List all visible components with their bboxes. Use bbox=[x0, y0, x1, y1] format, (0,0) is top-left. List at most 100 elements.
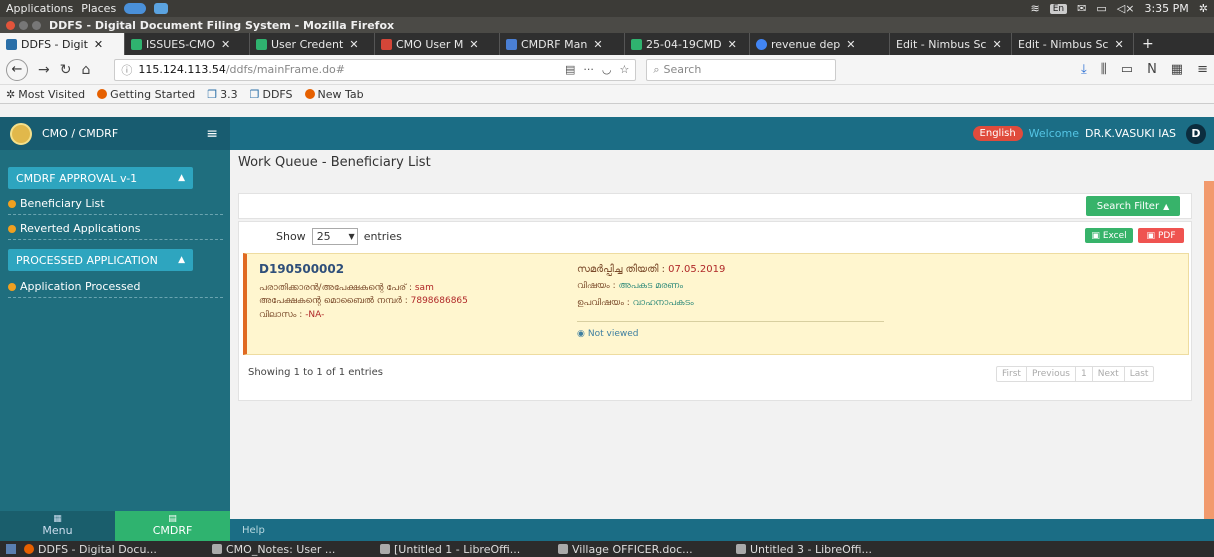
sidebar-toggle-icon[interactable]: ≡ bbox=[206, 126, 218, 142]
search-input[interactable]: ⌕ Search bbox=[646, 58, 837, 81]
close-tab-icon[interactable]: ✕ bbox=[846, 38, 855, 51]
close-tab-icon[interactable]: ✕ bbox=[221, 38, 230, 51]
applications-menu[interactable]: Applications bbox=[6, 2, 73, 15]
tab-ddfs[interactable]: DDFS - Digit ✕ bbox=[0, 33, 125, 55]
forward-button[interactable]: → bbox=[38, 62, 50, 78]
pagination-previous[interactable]: Previous bbox=[1027, 367, 1076, 381]
document-icon bbox=[212, 544, 222, 554]
pagination-page-1[interactable]: 1 bbox=[1076, 367, 1093, 381]
sidebar-section-cmdrf-approval[interactable]: CMDRF APPROVAL v-1 ▲ bbox=[8, 167, 193, 189]
new-tab-button[interactable]: + bbox=[1134, 33, 1162, 55]
library-icon[interactable]: ⫼ bbox=[1101, 62, 1107, 77]
tab-25-04-19-cmd[interactable]: 25-04-19CMD ✕ bbox=[625, 33, 750, 55]
sidebar-item-reverted-applications[interactable]: Reverted Applications bbox=[8, 218, 223, 240]
bookmark-getting-started[interactable]: Getting Started bbox=[97, 88, 195, 101]
close-tab-icon[interactable]: ✕ bbox=[992, 38, 1001, 51]
sidebar-section-label: CMDRF APPROVAL v-1 bbox=[16, 171, 138, 185]
close-tab-icon[interactable]: ✕ bbox=[94, 38, 103, 51]
taskbar-item-cmo-notes[interactable]: CMO_Notes: User ... bbox=[212, 543, 372, 556]
pocket-icon[interactable]: ◡ bbox=[602, 63, 612, 76]
close-tab-icon[interactable]: ✕ bbox=[1114, 38, 1123, 51]
url-text[interactable]: 115.124.113.54/ddfs/mainFrame.do# bbox=[138, 63, 345, 76]
avatar[interactable]: D bbox=[1186, 123, 1206, 144]
close-tab-icon[interactable]: ✕ bbox=[349, 38, 358, 51]
tab-edit-nimbus-2[interactable]: Edit - Nimbus Sc ✕ bbox=[1012, 33, 1134, 55]
bookmark-ddfs[interactable]: ❐ DDFS bbox=[250, 88, 293, 101]
footer-menu-button[interactable]: ▦ Menu bbox=[0, 511, 115, 541]
downloads-icon[interactable]: ⤓ bbox=[1081, 62, 1087, 77]
export-pdf-button[interactable]: ▣ PDF bbox=[1138, 228, 1184, 243]
bookmark-new-tab[interactable]: New Tab bbox=[304, 88, 364, 101]
wifi-icon[interactable]: ≋ bbox=[1031, 2, 1040, 15]
os-top-bar: Applications Places ≋ En ✉ ▭ ◁× 3:35 PM … bbox=[0, 0, 1214, 17]
minimize-window-icon[interactable] bbox=[19, 20, 28, 30]
record-applicant: പരാതിക്കാരൻ/അപേക്ഷകന്റെ പേര് : sam bbox=[259, 283, 434, 293]
taskbar-item-untitled-1[interactable]: [Untitled 1 - LibreOffi... bbox=[380, 543, 550, 556]
url-bar[interactable]: ⓘ 115.124.113.54/ddfs/mainFrame.do# ▤ ··… bbox=[114, 58, 637, 81]
taskbar-item-untitled-3[interactable]: Untitled 3 - LibreOffi... bbox=[736, 543, 906, 556]
sidebar-item-label: Beneficiary List bbox=[20, 197, 105, 210]
battery-icon[interactable]: ▭ bbox=[1096, 2, 1106, 15]
page-actions-icon[interactable]: ··· bbox=[583, 63, 594, 76]
reload-button[interactable]: ↻ bbox=[60, 62, 72, 78]
pagination-first[interactable]: First bbox=[997, 367, 1027, 381]
language-button[interactable]: English bbox=[972, 126, 1023, 141]
tab-issues-cmo[interactable]: ISSUES-CMO ✕ bbox=[125, 33, 250, 55]
caret-up-icon: ▲ bbox=[178, 173, 185, 183]
tab-user-credentials[interactable]: User Credent ✕ bbox=[250, 33, 375, 55]
extension-icon[interactable]: N bbox=[1147, 62, 1157, 77]
search-filter-button[interactable]: Search Filter ▲ bbox=[1086, 196, 1180, 216]
subsubject-label: ഉപവിഷയം : bbox=[577, 298, 630, 308]
tab-cmo-user-mail[interactable]: CMO User M ✕ bbox=[375, 33, 500, 55]
welcome-text: Welcome bbox=[1028, 127, 1079, 140]
bookmark-most-visited[interactable]: ✲ Most Visited bbox=[6, 88, 85, 101]
scrollbar[interactable] bbox=[1204, 181, 1214, 519]
entries-label: entries bbox=[363, 230, 402, 243]
window-title: DDFS - Digital Document Filing System - … bbox=[49, 18, 395, 32]
settings-icon[interactable]: ✲ bbox=[1199, 2, 1208, 15]
close-tab-icon[interactable]: ✕ bbox=[728, 38, 737, 51]
entries-select[interactable]: 25 ▼ bbox=[311, 228, 358, 245]
close-tab-icon[interactable]: ✕ bbox=[469, 38, 478, 51]
close-window-icon[interactable] bbox=[6, 20, 15, 30]
pagination: First Previous 1 Next Last bbox=[996, 366, 1155, 382]
record-id[interactable]: D190500002 bbox=[259, 262, 344, 276]
bookmark-star-icon[interactable]: ☆ bbox=[619, 63, 629, 76]
excel-icon: ▣ bbox=[1091, 230, 1100, 241]
keyboard-language-indicator[interactable]: En bbox=[1049, 3, 1068, 14]
reader-view-icon[interactable]: ▤ bbox=[565, 63, 575, 76]
sidebar-section-processed-application[interactable]: PROCESSED APPLICATION ▲ bbox=[8, 249, 193, 271]
taskbar-item-village-officer[interactable]: Village OFFICER.doc... bbox=[558, 543, 728, 556]
tab-favicon-icon bbox=[131, 38, 142, 50]
sidebar-toggle-icon[interactable]: ▭ bbox=[1121, 62, 1133, 77]
back-button[interactable]: ← bbox=[6, 58, 28, 81]
mail-icon[interactable]: ✉ bbox=[1077, 2, 1086, 15]
export-excel-button[interactable]: ▣ Excel bbox=[1085, 228, 1133, 243]
footer-cmdrf-button[interactable]: ▤ CMDRF bbox=[115, 511, 230, 541]
tab-cmdrf-manual[interactable]: CMDRF Man ✕ bbox=[500, 33, 625, 55]
bookmark-3-3[interactable]: ❐ 3.3 bbox=[207, 88, 237, 101]
pagination-next[interactable]: Next bbox=[1093, 367, 1125, 381]
home-button[interactable]: ⌂ bbox=[81, 62, 90, 78]
show-desktop-icon[interactable] bbox=[6, 544, 16, 554]
bookmark-label: DDFS bbox=[262, 87, 293, 101]
site-info-icon[interactable]: ⓘ bbox=[121, 62, 132, 78]
close-tab-icon[interactable]: ✕ bbox=[593, 38, 602, 51]
firefox-launcher-icon[interactable] bbox=[124, 3, 147, 14]
hamburger-menu-icon[interactable]: ≡ bbox=[1197, 62, 1208, 77]
sidebar-item-beneficiary-list[interactable]: Beneficiary List bbox=[8, 193, 223, 215]
government-emblem-icon bbox=[10, 122, 32, 145]
places-menu[interactable]: Places bbox=[81, 2, 116, 15]
app-launcher-icon[interactable] bbox=[154, 3, 169, 14]
taskbar-item-ddfs[interactable]: DDFS - Digital Docu... bbox=[24, 543, 204, 556]
help-link[interactable]: Help bbox=[242, 525, 265, 536]
maximize-window-icon[interactable] bbox=[32, 20, 41, 30]
tab-edit-nimbus-1[interactable]: Edit - Nimbus Sc ✕ bbox=[890, 33, 1012, 55]
screenshot-extension-icon[interactable]: ▦ bbox=[1171, 62, 1183, 77]
volume-icon[interactable]: ◁× bbox=[1117, 2, 1135, 15]
pagination-last[interactable]: Last bbox=[1125, 367, 1154, 381]
clock[interactable]: 3:35 PM bbox=[1144, 2, 1188, 15]
bullet-icon bbox=[8, 199, 16, 208]
tab-revenue-dep[interactable]: revenue dep ✕ bbox=[750, 33, 890, 55]
sidebar-item-application-processed[interactable]: Application Processed bbox=[8, 276, 223, 298]
